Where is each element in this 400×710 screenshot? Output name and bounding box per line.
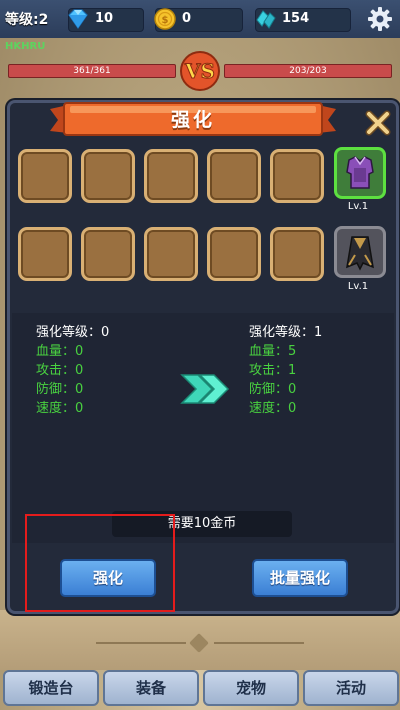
- player-name: HKHRU: [5, 41, 46, 52]
- nav-activity-button[interactable]: 活动: [303, 670, 399, 706]
- floor-ornament: [96, 633, 304, 653]
- crystal-icon: [256, 10, 276, 29]
- nav-forge-button[interactable]: 锻造台: [3, 670, 99, 706]
- material-slot[interactable]: [144, 227, 198, 281]
- gems-value: 10: [95, 11, 114, 26]
- current-defense: 防御：0: [36, 382, 84, 397]
- material-slot[interactable]: [207, 149, 261, 203]
- diamond-icon: [68, 9, 88, 30]
- current-hp: 血量：0: [36, 344, 84, 359]
- current-stats: 强化等级：0 血量：0 攻击：0 防御：0 速度：0: [36, 323, 109, 418]
- double-arrow-icon: [180, 374, 230, 404]
- title-banner-text-wrap: 强化: [50, 101, 336, 141]
- batch-enhance-button[interactable]: 批量强化: [252, 559, 348, 597]
- nav-pet-button[interactable]: 宠物: [203, 670, 299, 706]
- dialog-title: 强化: [170, 109, 215, 131]
- material-slot[interactable]: [18, 227, 72, 281]
- stats-panel: 强化等级：0 血量：0 攻击：0 防御：0 速度：0 强化等级：1 血量：5 攻…: [12, 313, 394, 543]
- top-resource-bar: 等级:2 10 $ 0 154: [0, 0, 400, 38]
- nav-equipment-button[interactable]: 装备: [103, 670, 199, 706]
- enemy-hp-bar: 203/203: [224, 64, 392, 78]
- bottom-navigation: 锻造台 装备 宠物 活动: [0, 668, 400, 710]
- next-hp: 血量：5: [249, 344, 297, 359]
- material-slot[interactable]: [18, 149, 72, 203]
- gems-counter[interactable]: 10: [68, 8, 144, 32]
- next-level: 强化等级：1: [249, 325, 323, 340]
- player-level: 等级:2: [5, 12, 49, 28]
- material-slot[interactable]: [81, 149, 135, 203]
- gear-icon[interactable]: [366, 5, 394, 33]
- dark-cloak-icon: [346, 236, 374, 271]
- purple-armor-icon: [346, 156, 374, 189]
- equipment-item-armor[interactable]: [334, 147, 386, 199]
- battle-status: HKHRU 361/361 203/203 VS: [0, 38, 400, 91]
- material-slot[interactable]: [207, 227, 261, 281]
- player-hp-bar: 361/361: [8, 64, 176, 78]
- svg-text:VS: VS: [184, 59, 215, 83]
- equipment-level: Lv.1: [347, 281, 369, 292]
- vs-emblem-icon: VS: [180, 51, 220, 91]
- equipment-level: Lv.1: [347, 201, 369, 212]
- next-attack: 攻击：1: [249, 363, 297, 378]
- gold-counter[interactable]: $ 0: [154, 8, 243, 32]
- gold-value: 0: [182, 11, 192, 26]
- close-x-icon[interactable]: [364, 109, 392, 137]
- material-slot[interactable]: [144, 149, 198, 203]
- material-slot[interactable]: [81, 227, 135, 281]
- svg-text:$: $: [162, 15, 169, 26]
- crystal-counter[interactable]: 154: [255, 8, 351, 32]
- gold-coin-icon: $: [154, 8, 176, 30]
- next-speed: 速度：0: [249, 401, 297, 416]
- equipment-item-cloak[interactable]: [334, 226, 386, 278]
- current-level: 强化等级：0: [36, 325, 110, 340]
- current-speed: 速度：0: [36, 401, 84, 416]
- material-slot[interactable]: [270, 149, 324, 203]
- highlight-annotation: [25, 514, 175, 612]
- next-defense: 防御：0: [249, 382, 297, 397]
- material-slot[interactable]: [270, 227, 324, 281]
- next-stats: 强化等级：1 血量：5 攻击：1 防御：0 速度：0: [249, 323, 322, 418]
- crystal-value: 154: [282, 11, 310, 26]
- current-attack: 攻击：0: [36, 363, 84, 378]
